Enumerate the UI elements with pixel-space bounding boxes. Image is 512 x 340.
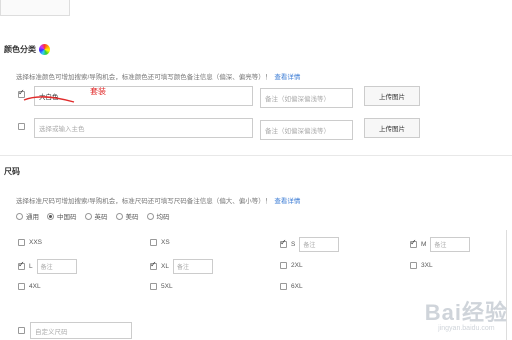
color-hint-text: 选择标准颜色可增加搜索/导购机会，标准颜色还可填写颜色备注信息（偏深、偏亮等）！	[16, 74, 272, 81]
size-checkbox[interactable]	[280, 238, 287, 248]
custom-size-placeholder: 自定义尺码	[35, 328, 68, 336]
annotation-underline	[23, 96, 75, 103]
size-label: 4XL	[29, 283, 41, 290]
color-hint: 选择标准颜色可增加搜索/导购机会，标准颜色还可填写颜色备注信息（偏深、偏亮等）！…	[16, 71, 300, 81]
note-placeholder: 备注	[40, 265, 53, 271]
color-row2-note[interactable]: 备注（如偏深偏浅等）	[260, 120, 353, 140]
size-m[interactable]: M 备注	[410, 237, 471, 252]
section-divider	[0, 155, 512, 156]
note-placeholder: 备注	[303, 243, 316, 249]
radio-label: 均码	[156, 214, 170, 221]
size-l[interactable]: L 备注	[18, 259, 77, 274]
radio-general[interactable]: 通用	[16, 211, 39, 221]
color-row2-checkbox[interactable]	[18, 123, 25, 130]
radio-us[interactable]: 美码	[115, 211, 139, 221]
top-box	[0, 0, 70, 16]
radio-dot	[47, 212, 54, 220]
baidu-watermark: Bai经验 jingyan.baidu.com	[425, 295, 508, 332]
size-l-note[interactable]: 备注	[36, 259, 77, 274]
size-checkbox[interactable]	[280, 283, 287, 290]
size-label: 2XL	[291, 262, 303, 269]
radio-dot	[84, 212, 92, 220]
size-5xl[interactable]: 5XL	[150, 283, 173, 290]
color-section-title: 颜色分类	[4, 44, 50, 55]
size-xl-note[interactable]: 备注	[172, 259, 213, 274]
radio-dot	[146, 212, 154, 220]
size-checkbox[interactable]	[18, 283, 25, 290]
size-2xl[interactable]: 2XL	[280, 262, 303, 269]
color-row1-upload-label: 上传图片	[379, 94, 405, 101]
annotation-text: 套装	[90, 87, 106, 96]
size-label: 5XL	[161, 283, 173, 290]
size-xxs[interactable]: XXS	[18, 239, 42, 246]
size-hint: 选择标准尺码可增加搜索/导购机会，标准尺码还可填写尺码备注信息（偏大、偏小等）！…	[16, 195, 300, 205]
note-placeholder: 备注	[176, 265, 189, 271]
color-row2-input[interactable]: 选择或输入主色	[34, 118, 253, 138]
color-wheel-icon	[39, 44, 50, 55]
size-hint-text: 选择标准尺码可增加搜索/导购机会，标准尺码还可填写尺码备注信息（偏大、偏小等）！	[16, 198, 272, 205]
color-row2-upload-button[interactable]: 上传图片	[364, 118, 420, 138]
radio-label: 英码	[94, 214, 108, 221]
size-s-note[interactable]: 备注	[299, 237, 340, 252]
size-label: XS	[161, 239, 170, 246]
radio-label: 通用	[26, 214, 39, 221]
size-m-note[interactable]: 备注	[430, 237, 471, 252]
size-label: M	[421, 241, 427, 248]
size-xs[interactable]: XS	[150, 239, 170, 246]
size-label: 3XL	[421, 262, 433, 269]
radio-dot	[16, 212, 23, 220]
color-section-label: 颜色分类	[4, 45, 36, 54]
color-row1-note-text: 备注（如偏深偏浅等）	[265, 96, 330, 103]
size-6xl[interactable]: 6XL	[280, 283, 303, 290]
size-section-title: 尺码	[4, 166, 20, 177]
radio-label: 中国码	[57, 214, 77, 221]
radio-one-size[interactable]: 均码	[146, 211, 170, 221]
size-checkbox[interactable]	[150, 283, 157, 290]
color-detail-link[interactable]: 查看详情	[274, 74, 300, 81]
radio-china[interactable]: 中国码	[47, 211, 77, 221]
size-checkbox[interactable]	[18, 260, 25, 270]
size-label: XL	[161, 263, 169, 270]
size-section-label: 尺码	[4, 167, 20, 176]
size-s[interactable]: S 备注	[280, 237, 340, 252]
size-label: 6XL	[291, 283, 303, 290]
color-row2-upload-label: 上传图片	[379, 126, 405, 133]
custom-size-input[interactable]: 自定义尺码	[30, 322, 132, 339]
size-xl[interactable]: XL 备注	[150, 259, 213, 274]
watermark-logo: Bai经验	[424, 300, 508, 325]
size-3xl[interactable]: 3XL	[410, 262, 433, 269]
radio-uk[interactable]: 英码	[84, 211, 108, 221]
size-checkbox[interactable]	[410, 262, 417, 269]
color-row2-note-text: 备注（如偏深偏浅等）	[265, 128, 330, 135]
custom-size-checkbox[interactable]	[18, 327, 25, 334]
radio-dot	[115, 212, 123, 220]
size-system-radios: 通用 中国码 英码 美码 均码	[16, 211, 170, 221]
size-checkbox[interactable]	[18, 239, 25, 246]
size-label: XXS	[29, 239, 43, 246]
size-checkbox[interactable]	[150, 260, 157, 270]
size-checkbox[interactable]	[150, 239, 157, 246]
size-checkbox[interactable]	[280, 262, 287, 269]
size-4xl[interactable]: 4XL	[18, 283, 41, 290]
color-row1-note[interactable]: 备注（如偏深偏浅等）	[260, 88, 353, 108]
size-checkbox[interactable]	[410, 238, 417, 248]
size-label: L	[29, 263, 33, 270]
color-row1-upload-button[interactable]: 上传图片	[364, 86, 420, 106]
note-placeholder: 备注	[434, 243, 447, 249]
size-label: S	[291, 241, 296, 248]
size-detail-link[interactable]: 查看详情	[274, 198, 300, 205]
radio-label: 美码	[125, 214, 139, 221]
color-row2-placeholder: 选择或输入主色	[39, 126, 85, 133]
